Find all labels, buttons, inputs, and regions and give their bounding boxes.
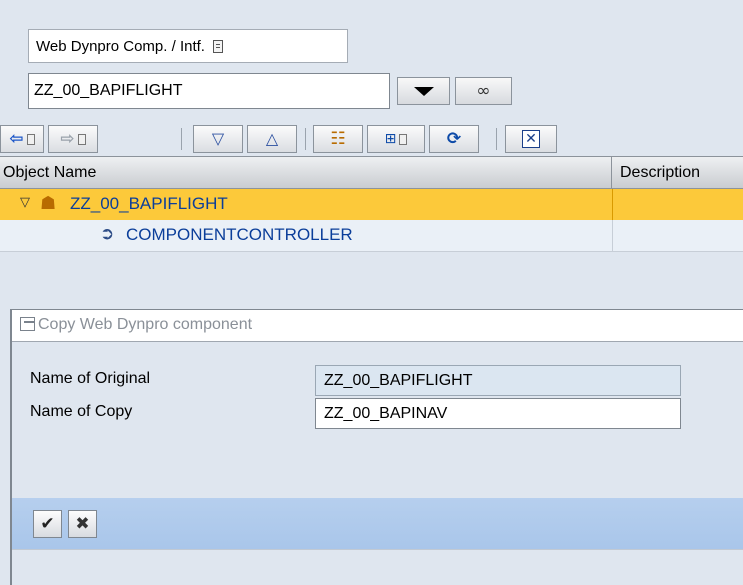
object-name-input[interactable] bbox=[28, 73, 390, 109]
hierarchy-button[interactable]: ☷ bbox=[313, 125, 363, 153]
triangle-down-icon bbox=[413, 86, 434, 96]
select-cell-icon: ⊞ bbox=[384, 131, 397, 147]
refresh-button[interactable]: ⟳ bbox=[429, 125, 479, 153]
dialog-window-icon bbox=[20, 317, 35, 331]
name-of-original-label: Name of Original bbox=[30, 370, 151, 387]
dialog-body: Name of Original ZZ_00_BAPIFLIGHT Name o… bbox=[12, 342, 743, 498]
name-of-copy-label: Name of Copy bbox=[30, 403, 133, 420]
dialog-title: Copy Web Dynpro component bbox=[38, 316, 253, 333]
object-list-dropdown-button[interactable] bbox=[397, 77, 450, 105]
description-cell bbox=[612, 189, 613, 220]
background-strip bbox=[0, 570, 10, 585]
toolbar-separator bbox=[305, 128, 306, 150]
navigation-toolbar: ⇦ ⇨ ▽ △ ☷ ⊞ ⟳ ✕ bbox=[0, 122, 743, 156]
column-header-description[interactable]: Description bbox=[612, 157, 700, 188]
object-selector-area: Web Dynpro Comp. / Intf. ∞ bbox=[0, 0, 743, 122]
name-of-copy-input[interactable]: ZZ_00_BAPINAV bbox=[315, 398, 681, 429]
back-button[interactable]: ⇦ bbox=[0, 125, 44, 153]
close-button[interactable]: ✕ bbox=[505, 125, 557, 153]
back-menu-icon bbox=[26, 133, 35, 145]
checkmark-icon: ✔ bbox=[40, 514, 55, 534]
hierarchy-icon: ☷ bbox=[330, 128, 346, 149]
copy-component-dialog: Copy Web Dynpro component Name of Origin… bbox=[10, 309, 743, 585]
close-icon: ✕ bbox=[522, 130, 540, 148]
toolbar-separator bbox=[496, 128, 497, 150]
dropdown-list-icon bbox=[212, 39, 223, 53]
cancel-button[interactable]: ✖ bbox=[68, 510, 97, 538]
dialog-bottom-area bbox=[12, 549, 743, 585]
select-menu-icon bbox=[399, 133, 408, 145]
tree-row-controller[interactable]: ➲ COMPONENTCONTROLLER bbox=[0, 220, 743, 252]
cancel-x-icon: ✖ bbox=[75, 514, 90, 534]
select-button[interactable]: ⊞ bbox=[367, 125, 425, 153]
display-object-button[interactable]: ∞ bbox=[455, 77, 512, 105]
object-type-value: Web Dynpro Comp. / Intf. bbox=[36, 37, 205, 55]
expand-all-button[interactable]: ▽ bbox=[193, 125, 243, 153]
tree-row-label[interactable]: ZZ_00_BAPIFLIGHT bbox=[70, 194, 228, 214]
object-type-dropdown[interactable]: Web Dynpro Comp. / Intf. bbox=[28, 29, 348, 63]
collapse-triangle-icon: △ bbox=[265, 129, 279, 148]
tree-header: Object Name Description bbox=[0, 156, 743, 189]
expanded-triangle-icon[interactable]: ▽ bbox=[20, 195, 30, 210]
dialog-title-bar[interactable]: Copy Web Dynpro component bbox=[12, 310, 743, 342]
forward-button[interactable]: ⇨ bbox=[48, 125, 98, 153]
controller-icon: ➲ bbox=[100, 224, 115, 244]
toolbar-separator bbox=[181, 128, 182, 150]
confirm-button[interactable]: ✔ bbox=[33, 510, 62, 538]
back-arrow-icon: ⇦ bbox=[9, 128, 24, 149]
name-of-original-field: ZZ_00_BAPIFLIGHT bbox=[315, 365, 681, 396]
collapse-all-button[interactable]: △ bbox=[247, 125, 297, 153]
component-icon: ☗ bbox=[40, 193, 57, 214]
refresh-icon: ⟳ bbox=[446, 128, 462, 149]
forward-arrow-icon: ⇨ bbox=[60, 128, 75, 149]
column-header-object-name[interactable]: Object Name bbox=[0, 157, 612, 188]
forward-menu-icon bbox=[77, 133, 86, 145]
tree-row-component[interactable]: ▽ ☗ ZZ_00_BAPIFLIGHT bbox=[0, 189, 743, 220]
dialog-button-bar: ✔ ✖ bbox=[12, 498, 743, 549]
expand-triangle-icon: ▽ bbox=[211, 129, 225, 148]
glasses-icon: ∞ bbox=[476, 81, 491, 101]
tree-row-label[interactable]: COMPONENTCONTROLLER bbox=[126, 225, 353, 245]
description-cell bbox=[612, 220, 613, 251]
object-tree: Object Name Description ▽ ☗ ZZ_00_BAPIFL… bbox=[0, 156, 743, 252]
